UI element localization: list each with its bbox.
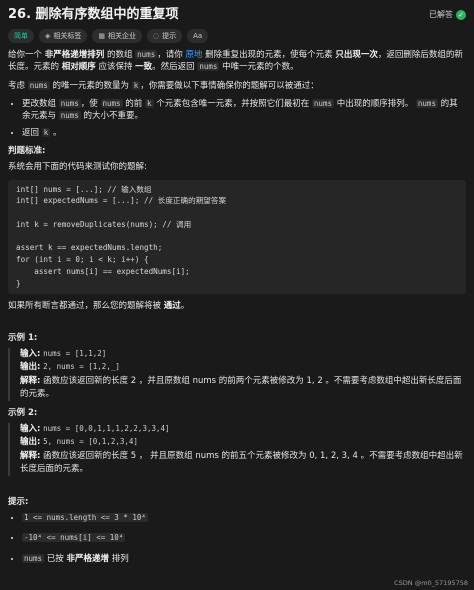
problem-panel: 26. 删除有序数组中的重复项 已解答 ✓ 简单 ◈ 相关标签 ▦ 相关企业 ◌… bbox=[0, 0, 474, 565]
example-2-heading: 示例 2: bbox=[8, 407, 38, 418]
tag-bar: 简单 ◈ 相关标签 ▦ 相关企业 ◌ 提示 Aa bbox=[8, 29, 466, 44]
in-place-link[interactable]: 原地 bbox=[185, 50, 202, 60]
explain-label: 解释: bbox=[20, 450, 41, 461]
text: 的大小不重要。 bbox=[83, 111, 143, 122]
description-paragraph-2: 考虑 nums 的唯一元素的数量为 k ，你需要做以下事情确保你的题解可以被通过： bbox=[8, 80, 466, 92]
related-companies-button[interactable]: ▦ 相关企业 bbox=[92, 29, 143, 44]
judge-heading: 判题标准: bbox=[8, 146, 46, 157]
text: 的数组 bbox=[106, 50, 133, 61]
explain-label: 解释: bbox=[20, 375, 41, 386]
font-size-button[interactable]: Aa bbox=[187, 29, 209, 44]
inline-code: k bbox=[131, 80, 141, 90]
explain-value: 函数应该返回新的长度 2 ，并且原数组 nums 的前两个元素被修改为 1, 2… bbox=[20, 375, 462, 399]
output-value: 2, nums = [1,2,_] bbox=[43, 362, 120, 372]
text: 给你一个 bbox=[8, 50, 43, 61]
text: 考虑 bbox=[8, 80, 26, 91]
text: 个元素包含唯一元素，并按照它们最初在 bbox=[156, 99, 310, 110]
related-companies-label: 相关企业 bbox=[108, 32, 137, 40]
output-label: 输出: bbox=[20, 362, 41, 373]
inline-code: k bbox=[144, 99, 154, 109]
text: 返回 bbox=[22, 127, 40, 138]
bold-text: 非严格递增 bbox=[66, 553, 109, 564]
description-paragraph-1: 给你一个 非严格递增排列 的数组 nums ，请你 原地 删除重复出现的元素，使每… bbox=[8, 49, 466, 74]
inline-code: nums bbox=[58, 99, 81, 109]
example-2-block: 输入: nums = [0,0,1,1,1,2,2,3,3,4] 输出: 5, … bbox=[8, 423, 466, 476]
inline-code: k bbox=[41, 127, 51, 137]
list-item: 更改数组 nums，使 nums 的前 k 个元素包含唯一元素，并按照它们最初在… bbox=[22, 98, 466, 123]
text: ，你需要做以下事情确保你的题解可以被通过： bbox=[140, 80, 319, 91]
input-label: 输入: bbox=[20, 424, 41, 435]
problem-title: 26. 删除有序数组中的重复项 bbox=[8, 6, 179, 22]
text: 的唯一元素的数量为 bbox=[52, 80, 129, 91]
text: 已按 bbox=[46, 553, 64, 564]
watermark: CSDN @m0_57195758 bbox=[394, 578, 468, 587]
bold-text: 通过 bbox=[163, 300, 181, 311]
solved-label: 已解答 bbox=[429, 10, 453, 20]
text: ，使 bbox=[80, 99, 98, 110]
constraint-2: -10⁴ <= nums[i] <= 10⁴ bbox=[22, 533, 126, 543]
explain-value: 函数应该返回新的长度 5 ， 并且原数组 nums 的前五个元素被修改为 0, … bbox=[20, 450, 463, 474]
text: 中出现的顺序排列。 bbox=[336, 99, 414, 110]
related-tags-label: 相关标签 bbox=[53, 32, 82, 40]
inline-code: nums bbox=[311, 99, 334, 109]
hint-label: 提示 bbox=[162, 32, 177, 40]
bold-text: 非严格递增排列 bbox=[44, 50, 105, 61]
constraints-list: 1 <= nums.length <= 3 * 10⁴ -10⁴ <= nums… bbox=[8, 512, 466, 565]
tag-icon: ◈ bbox=[45, 32, 51, 40]
problem-header: 26. 删除有序数组中的重复项 已解答 ✓ bbox=[8, 4, 466, 26]
constraints-heading: 提示: bbox=[8, 496, 29, 507]
related-tags-button[interactable]: ◈ 相关标签 bbox=[39, 29, 88, 44]
text: 。 bbox=[52, 127, 62, 138]
constraint-1: 1 <= nums.length <= 3 * 10⁴ bbox=[22, 513, 148, 523]
text: 中唯一元素的个数。 bbox=[222, 62, 299, 73]
inline-code: nums bbox=[27, 80, 50, 90]
text: ，请你 bbox=[157, 50, 183, 61]
hint-button[interactable]: ◌ 提示 bbox=[147, 29, 183, 44]
requirements-list: 更改数组 nums，使 nums 的前 k 个元素包含唯一元素，并按照它们最初在… bbox=[8, 98, 466, 139]
inline-code: nums bbox=[22, 553, 45, 563]
example-1-block: 输入: nums = [1,1,2] 输出: 2, nums = [1,2,_]… bbox=[8, 348, 466, 401]
inline-code: nums bbox=[197, 62, 220, 72]
bold-text: 相对顺序 bbox=[61, 62, 96, 73]
list-item: -10⁴ <= nums[i] <= 10⁴ bbox=[22, 532, 466, 544]
judge-outro: 如果所有断言都通过，那么您的题解将被 通过。 bbox=[8, 300, 466, 312]
bulb-icon: ◌ bbox=[153, 32, 160, 40]
solved-status: 已解答 ✓ bbox=[429, 9, 466, 21]
font-icon: Aa bbox=[193, 32, 203, 40]
building-icon: ▦ bbox=[98, 32, 106, 40]
bold-text: 只出现一次 bbox=[335, 50, 378, 61]
check-icon: ✓ bbox=[456, 10, 466, 20]
inline-code: nums bbox=[58, 111, 81, 121]
text: 。 bbox=[180, 300, 190, 311]
text: 更改数组 bbox=[22, 99, 57, 110]
text: 如果所有断言都通过，那么您的题解将被 bbox=[8, 300, 162, 311]
text: 应该保持 bbox=[98, 62, 133, 73]
judge-intro: 系统会用下面的代码来测试你的题解: bbox=[8, 162, 147, 173]
text: 的前 bbox=[125, 99, 143, 110]
list-item: 返回 k 。 bbox=[22, 127, 466, 139]
text: 排列 bbox=[111, 553, 129, 564]
input-value: nums = [0,0,1,1,1,2,2,3,3,4] bbox=[43, 424, 170, 434]
example-1-heading: 示例 1: bbox=[8, 332, 38, 343]
list-item: nums 已按 非严格递增 排列 bbox=[22, 553, 466, 565]
output-value: 5, nums = [0,1,2,3,4] bbox=[43, 437, 138, 447]
output-label: 输出: bbox=[20, 437, 41, 448]
inline-code: nums bbox=[100, 99, 123, 109]
inline-code: nums bbox=[135, 50, 158, 60]
inline-code: nums bbox=[415, 99, 438, 109]
text: 删除重复出现的元素，使每个元素 bbox=[205, 50, 333, 61]
text: 。然后返回 bbox=[152, 62, 195, 73]
difficulty-badge[interactable]: 简单 bbox=[8, 29, 34, 44]
judge-code-block: int[] nums = [...]; // 输入数组 int[] expect… bbox=[8, 179, 466, 294]
list-item: 1 <= nums.length <= 3 * 10⁴ bbox=[22, 512, 466, 524]
bold-text: 一致 bbox=[135, 62, 153, 73]
input-label: 输入: bbox=[20, 349, 41, 360]
input-value: nums = [1,1,2] bbox=[43, 349, 107, 359]
